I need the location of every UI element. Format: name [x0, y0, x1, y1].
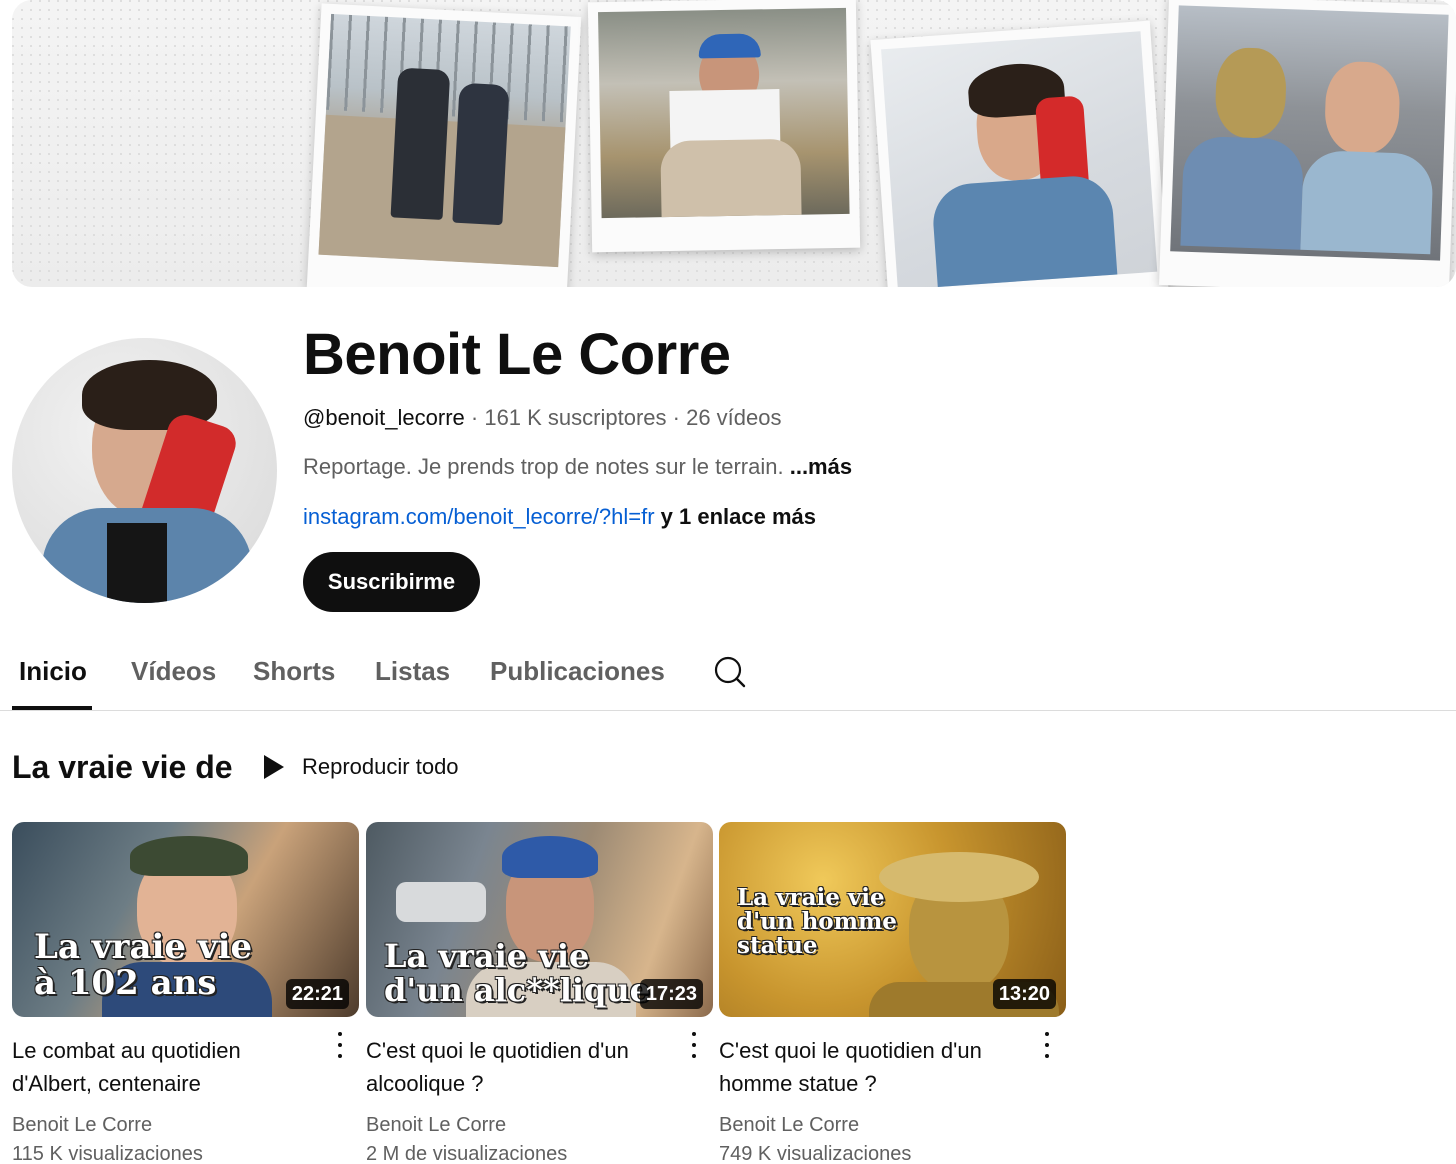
channel-avatar[interactable] — [12, 338, 277, 603]
video-views: 749 K visualizaciones — [719, 1143, 912, 1164]
video-thumbnail[interactable]: La vraie vie à 102 ans 22:21 — [12, 822, 359, 1017]
banner-photo-3 — [870, 20, 1170, 287]
tab-shorts[interactable]: Shorts — [253, 654, 335, 688]
tab-listas[interactable]: Listas — [375, 654, 450, 688]
video-count: 26 vídeos — [686, 405, 782, 430]
tab-inicio[interactable]: Inicio — [19, 654, 87, 688]
subscriber-count: 161 K suscriptores — [484, 405, 667, 430]
search-icon[interactable] — [710, 654, 748, 692]
video-views: 115 K visualizaciones — [12, 1143, 203, 1164]
tab-videos[interactable]: Vídeos — [131, 654, 216, 688]
shelf-title[interactable]: La vraie vie de — [12, 747, 233, 787]
video-duration: 22:21 — [285, 979, 349, 1009]
video-channel[interactable]: Benoit Le Corre — [12, 1112, 152, 1138]
thumbnail-caption: La vraie vie à 102 ans — [34, 927, 253, 1003]
description-text: Reportage. Je prends trop de notes sur l… — [303, 454, 790, 479]
video-duration: 17:23 — [639, 979, 703, 1009]
thumbnail-caption: La vraie vie d'un alc**lique — [384, 937, 650, 1009]
video-title[interactable]: Le combat au quotidien d'Albert, centena… — [12, 1034, 312, 1100]
video-channel[interactable]: Benoit Le Corre — [366, 1112, 506, 1138]
channel-description[interactable]: Reportage. Je prends trop de notes sur l… — [303, 453, 852, 481]
channel-links: instagram.com/benoit_lecorre/?hl=fr y 1 … — [303, 503, 816, 531]
video-card[interactable]: La vraie vie d'un alc**lique 17:23 C'est… — [366, 822, 713, 1164]
video-card[interactable]: La vraie vie d'un homme statue 13:20 C'e… — [719, 822, 1066, 1164]
more-vert-icon[interactable] — [1040, 1032, 1054, 1058]
more-links-button[interactable]: y 1 enlace más — [655, 504, 816, 529]
video-title[interactable]: C'est quoi le quotidien d'un alcoolique … — [366, 1034, 666, 1100]
description-more-link[interactable]: ...más — [790, 454, 852, 479]
channel-handle: @benoit_lecorre — [303, 405, 465, 430]
more-vert-icon[interactable] — [687, 1032, 701, 1058]
active-tab-indicator — [12, 706, 92, 710]
play-all-label: Reproducir todo — [302, 754, 459, 779]
video-duration: 13:20 — [992, 979, 1056, 1009]
channel-banner — [12, 0, 1456, 287]
instagram-link[interactable]: instagram.com/benoit_lecorre/?hl=fr — [303, 504, 655, 529]
subscribe-button[interactable]: Suscribirme — [303, 552, 480, 612]
video-title[interactable]: C'est quoi le quotidien d'un homme statu… — [719, 1034, 1019, 1100]
video-thumbnail[interactable]: La vraie vie d'un homme statue 13:20 — [719, 822, 1066, 1017]
play-icon — [264, 755, 284, 779]
video-card[interactable]: La vraie vie à 102 ans 22:21 Le combat a… — [12, 822, 359, 1164]
video-views: 2 M de visualizaciones — [366, 1143, 568, 1164]
banner-photo-2 — [587, 0, 861, 253]
banner-photo-4 — [1159, 0, 1456, 287]
banner-photo-1 — [306, 3, 582, 287]
channel-name: Benoit Le Corre — [303, 322, 731, 387]
meta-separator: · — [464, 405, 485, 430]
video-thumbnail[interactable]: La vraie vie d'un alc**lique 17:23 — [366, 822, 713, 1017]
play-all-button[interactable]: Reproducir todo — [260, 750, 459, 784]
meta-separator: · — [666, 405, 687, 430]
video-channel[interactable]: Benoit Le Corre — [719, 1112, 859, 1138]
channel-meta: @benoit_lecorre · 161 K suscriptores · 2… — [303, 404, 782, 432]
tab-publicaciones[interactable]: Publicaciones — [490, 654, 665, 688]
more-vert-icon[interactable] — [333, 1032, 347, 1058]
thumbnail-caption: La vraie vie d'un homme statue — [737, 884, 897, 960]
